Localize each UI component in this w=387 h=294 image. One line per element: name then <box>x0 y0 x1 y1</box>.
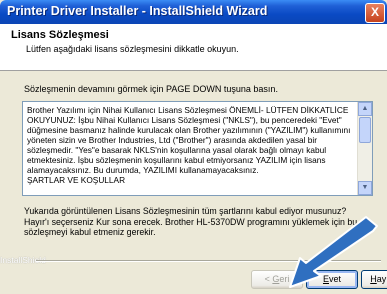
pointer-arrow-icon <box>289 216 378 288</box>
installer-window: Printer Driver Installer - InstallShield… <box>0 0 387 294</box>
